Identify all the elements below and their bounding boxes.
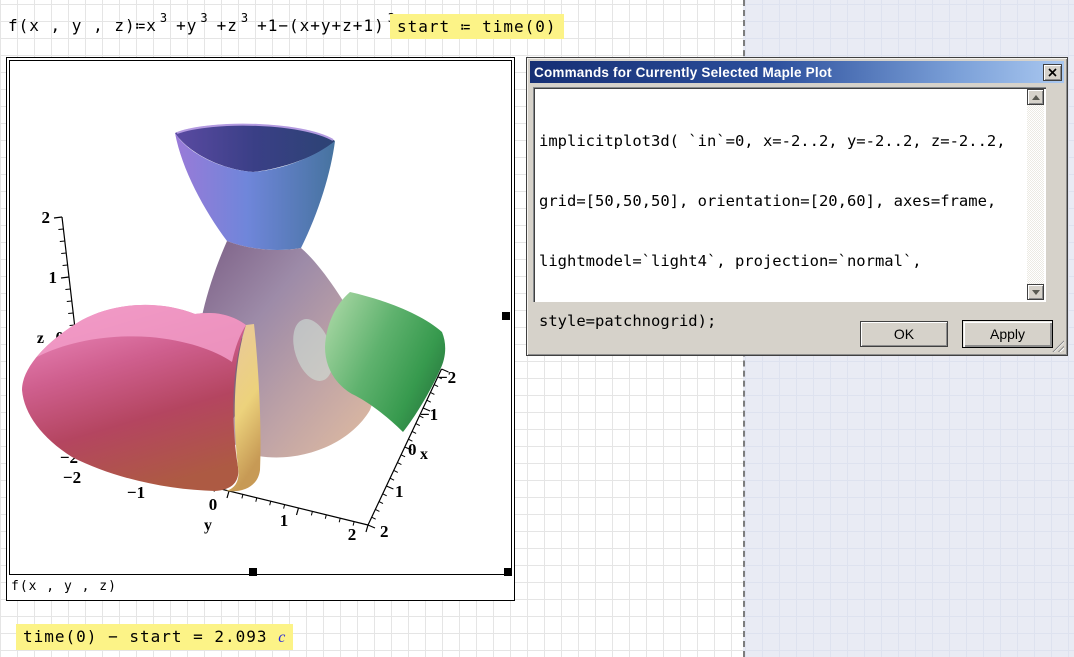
implicit-surface — [22, 124, 445, 491]
function-definition[interactable]: f(x , y , z)≔x3+y3+z3+1−(x+y+z+1)3 — [8, 16, 404, 42]
code-line-1: implicitplot3d( `in`=0, x=-2..2, y=-2..2… — [539, 131, 1024, 151]
plot-caption: f(x , y , z) — [11, 579, 117, 594]
z-tick-2: 2 — [42, 208, 51, 227]
resize-handle-right[interactable] — [502, 312, 510, 320]
close-icon — [1048, 68, 1057, 77]
scroll-down-icon — [1032, 290, 1040, 295]
y-tick-m1: −1 — [127, 483, 145, 502]
command-text-area[interactable]: implicitplot3d( `in`=0, x=-2..2, y=-2..2… — [533, 87, 1046, 302]
dialog-titlebar[interactable]: Commands for Currently Selected Maple Pl… — [530, 61, 1064, 83]
exponent: 3 — [200, 11, 207, 25]
ok-button[interactable]: OK — [860, 321, 948, 347]
plot-3d-surface-svg: 2 1 0 −1 −2 z −2 −1 0 1 2 y 2 1 0 −1 −2 … — [10, 61, 511, 574]
code-line-3: lightmodel=`light4`, projection=`normal`… — [539, 251, 1024, 271]
exponent: 3 — [160, 11, 167, 25]
start-timer-expression[interactable]: start ≔ time(0) — [390, 14, 564, 39]
apply-button[interactable]: Apply — [962, 320, 1053, 348]
x-axis-label: x — [420, 446, 428, 463]
resize-handle-bottom-right[interactable] — [504, 568, 512, 576]
elapsed-time-unit: c — [278, 629, 286, 646]
elapsed-time-expression[interactable]: time(0) − start = 2.093 c — [16, 624, 293, 650]
y-tick-m2: −2 — [63, 468, 81, 487]
term-z: +z — [217, 16, 238, 35]
scroll-up-button[interactable] — [1027, 89, 1044, 105]
plot-canvas[interactable]: 2 1 0 −1 −2 z −2 −1 0 1 2 y 2 1 0 −1 −2 … — [9, 60, 512, 575]
dialog-title: Commands for Currently Selected Maple Pl… — [530, 65, 1043, 80]
exponent: 3 — [241, 11, 248, 25]
y-axis-label: y — [204, 517, 212, 534]
code-line-2: grid=[50,50,50], orientation=[20,60], ax… — [539, 191, 1024, 211]
elapsed-time-text: time(0) − start = 2.093 — [23, 627, 268, 646]
x-tick-m2: −2 — [438, 368, 456, 387]
scroll-down-button[interactable] — [1027, 284, 1044, 300]
resize-handle-bottom[interactable] — [249, 568, 257, 576]
x-tick-2: 2 — [380, 522, 389, 541]
y-tick-1: 1 — [280, 511, 289, 530]
z-tick-1: 1 — [49, 268, 58, 287]
code-line-4: style=patchnogrid); — [539, 311, 1024, 331]
close-button[interactable] — [1043, 64, 1062, 81]
term-x: x — [146, 16, 157, 35]
maple-plot-object[interactable]: 2 1 0 −1 −2 z −2 −1 0 1 2 y 2 1 0 −1 −2 … — [6, 57, 515, 601]
y-tick-0: 0 — [209, 495, 218, 514]
x-tick-m1: −1 — [420, 405, 438, 424]
definition-lhs: f(x , y , z) — [8, 16, 136, 35]
command-text[interactable]: implicitplot3d( `in`=0, x=-2..2, y=-2..2… — [539, 91, 1024, 371]
maple-plot-commands-dialog: Commands for Currently Selected Maple Pl… — [526, 57, 1068, 356]
start-chip-text: start ≔ time(0) — [397, 17, 557, 36]
assign-symbol: ≔ — [136, 16, 147, 35]
z-axis-label: z — [37, 330, 44, 347]
term-rest: +1−(x+y+z+1) — [257, 16, 385, 35]
scroll-up-icon — [1032, 95, 1040, 100]
x-tick-0: 0 — [408, 440, 417, 459]
y-tick-2: 2 — [348, 525, 357, 544]
term-y: +y — [176, 16, 197, 35]
x-tick-1: 1 — [395, 482, 404, 501]
vertical-scrollbar[interactable] — [1027, 89, 1044, 300]
